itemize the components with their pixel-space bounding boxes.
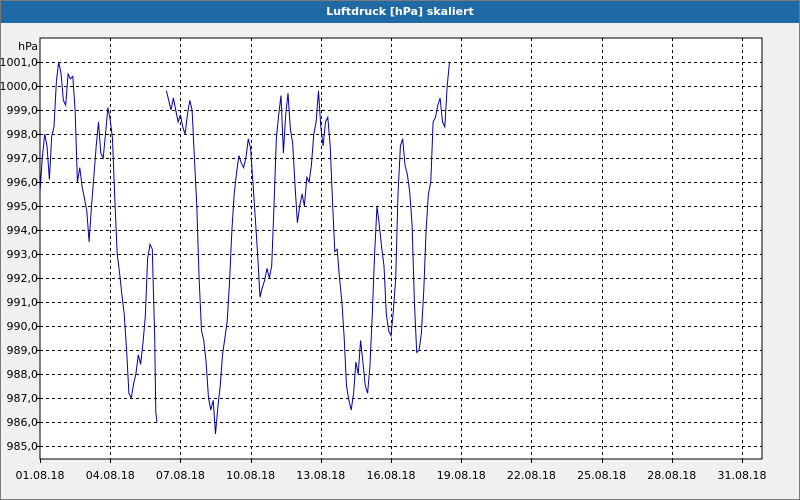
y-tick-label: 1000,0	[0, 80, 38, 93]
y-axis-label: hPa	[18, 40, 38, 53]
x-tick-label: 04.08.18	[86, 469, 135, 482]
y-tick-label: 998,0	[7, 128, 39, 141]
y-tick-label: 990,0	[7, 320, 39, 333]
x-tick-label: 19.08.18	[437, 469, 486, 482]
y-tick-label: 991,0	[7, 296, 39, 309]
x-tick-label: 13.08.18	[296, 469, 345, 482]
x-tick-label: 01.08.18	[16, 469, 65, 482]
line-chart: 1001,0 1000,0 999,0 998,0 997,0 996,0 995,0 994…	[0, 37, 767, 482]
y-tick-label: 994,0	[7, 224, 39, 237]
x-tick-label: 31.08.18	[718, 469, 767, 482]
y-tick-label: 986,0	[7, 416, 39, 429]
y-tick-label: 995,0	[7, 200, 39, 213]
x-tick-label: 16.08.18	[367, 469, 416, 482]
y-tick-label: 987,0	[7, 392, 39, 405]
y-tick-label: 997,0	[7, 152, 39, 165]
y-tick-label: 1001,0	[0, 56, 38, 69]
x-tick-label: 10.08.18	[226, 469, 275, 482]
y-tick-label: 993,0	[7, 248, 39, 261]
x-tick-label: 25.08.18	[577, 469, 626, 482]
x-tick-label: 22.08.18	[507, 469, 556, 482]
y-tick-label: 992,0	[7, 272, 39, 285]
x-tick-label: 28.08.18	[647, 469, 696, 482]
y-tick-label: 988,0	[7, 368, 39, 381]
x-tick-label: 07.08.18	[156, 469, 205, 482]
y-tick-label: 996,0	[7, 176, 39, 189]
y-tick-label: 985,0	[7, 440, 39, 453]
y-tick-label: 989,0	[7, 344, 39, 357]
y-tick-label: 999,0	[7, 104, 39, 117]
plot-area	[39, 37, 763, 460]
